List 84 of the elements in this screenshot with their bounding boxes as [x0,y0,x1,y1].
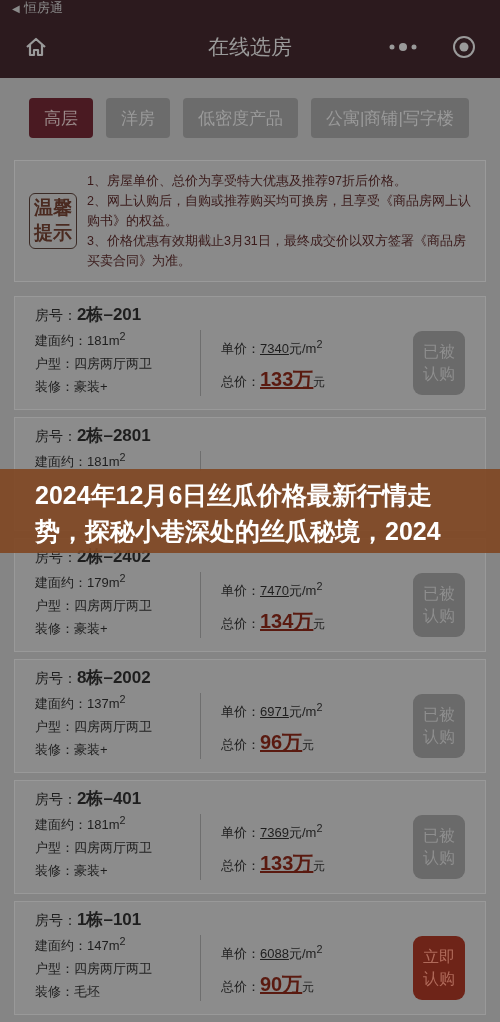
total-price: 134万 [260,609,314,635]
unit-price: 6971 [260,704,289,720]
notice-badge: 温馨提示 [29,193,77,249]
unit-price-label: 单价： [221,945,260,964]
decor-label: 装修： [35,983,74,1002]
layout-label: 户型： [35,355,74,374]
layout-value: 四房两厅两卫 [74,960,152,979]
total-price-label: 总价： [221,978,260,997]
unit-price-label: 单价： [221,703,260,722]
decor-label: 装修： [35,620,74,639]
layout-label: 户型： [35,839,74,858]
area-label: 建面约： [35,453,87,472]
room-label: 房号： [35,428,77,446]
decor-value: 豪装+ [74,741,108,760]
total-price-label: 总价： [221,857,260,876]
layout-value: 四房两厅两卫 [74,839,152,858]
room-number: 8栋–2002 [77,667,151,689]
notice-text: 1、房屋单价、总价为享受特大优惠及推荐97折后价格。 [87,173,408,190]
total-price-label: 总价： [221,373,260,392]
total-suffix: 元 [313,616,326,634]
total-price: 96万 [260,730,303,756]
caption-banner: 2024年12月6日丝瓜价格最新行情走势，探秘小巷深处的丝瓜秘境，2024 [0,469,500,553]
unit-price-label: 单价： [221,824,260,843]
unit-suffix: 元/m$^{2}$ [288,701,323,722]
area-value: 181m$^{2}$ [87,814,126,833]
room-number: 2栋–401 [77,788,142,810]
total-suffix: 元 [302,979,315,997]
subscribe-button[interactable]: 立即认购 [413,936,465,1001]
layout-value: 四房两厅两卫 [74,597,152,616]
layout-label: 户型： [35,718,74,737]
decor-label: 装修： [35,741,74,760]
category-tab[interactable]: 高层 [29,98,93,138]
app-name: 恒房通 [24,0,63,17]
layout-value: 四房两厅两卫 [74,718,152,737]
back-arrow[interactable]: ◀ [12,2,20,14]
unit-suffix: 元/m$^{2}$ [288,338,323,359]
decor-value: 豪装+ [74,620,108,639]
total-price: 133万 [260,851,314,877]
total-price-label: 总价： [221,736,260,755]
area-value: 147m$^{2}$ [87,935,126,954]
layout-label: 户型： [35,960,74,979]
unit-price-label: 单价： [221,582,260,601]
home-icon[interactable] [24,35,48,59]
layout-label: 户型： [35,597,74,616]
unit-price-label: 单价： [221,340,260,359]
unit-price: 7340 [260,341,289,357]
total-suffix: 元 [313,858,326,876]
unit-suffix: 元/m$^{2}$ [288,580,323,601]
area-label: 建面约： [35,816,87,835]
more-icon[interactable] [388,41,418,53]
area-value: 137m$^{2}$ [87,693,126,712]
room-label: 房号： [35,670,77,688]
unit-price: 7369 [260,825,289,841]
decor-value: 毛坯 [74,983,100,1002]
unit-price: 6088 [260,946,289,962]
room-label: 房号： [35,791,77,809]
decor-value: 豪装+ [74,862,108,881]
room-number: 2栋–201 [77,304,142,326]
area-label: 建面约： [35,937,87,956]
room-label: 房号： [35,307,77,325]
area-value: 181m$^{2}$ [87,330,126,349]
area-value: 179m$^{2}$ [87,572,126,591]
total-price-label: 总价： [221,615,260,634]
area-label: 建面约： [35,695,87,714]
total-suffix: 元 [302,737,315,755]
room-label: 房号： [35,912,77,930]
layout-value: 四房两厅两卫 [74,355,152,374]
room-number: 2栋–2801 [77,425,151,447]
total-price: 133万 [260,367,314,393]
unit-suffix: 元/m$^{2}$ [288,943,323,964]
unit-suffix: 元/m$^{2}$ [288,822,323,843]
unit-price: 7470 [260,583,289,599]
decor-value: 豪装+ [74,378,108,397]
notice-text: 3、价格优惠有效期截止3月31日，最终成交价以双方签署《商品房买卖合同》为准。 [87,233,467,270]
decor-label: 装修： [35,378,74,397]
total-suffix: 元 [313,374,326,392]
area-label: 建面约： [35,332,87,351]
area-label: 建面约： [35,574,87,593]
decor-label: 装修： [35,862,74,881]
total-price: 90万 [260,972,303,998]
notice-text: 2、网上认购后，自购或推荐购买均可换房，且享受《商品房网上认购书》的权益。 [87,193,472,230]
room-number: 1栋–101 [77,909,142,931]
area-value: 181m$^{2}$ [87,451,126,470]
page-title: 在线选房 [208,34,292,60]
